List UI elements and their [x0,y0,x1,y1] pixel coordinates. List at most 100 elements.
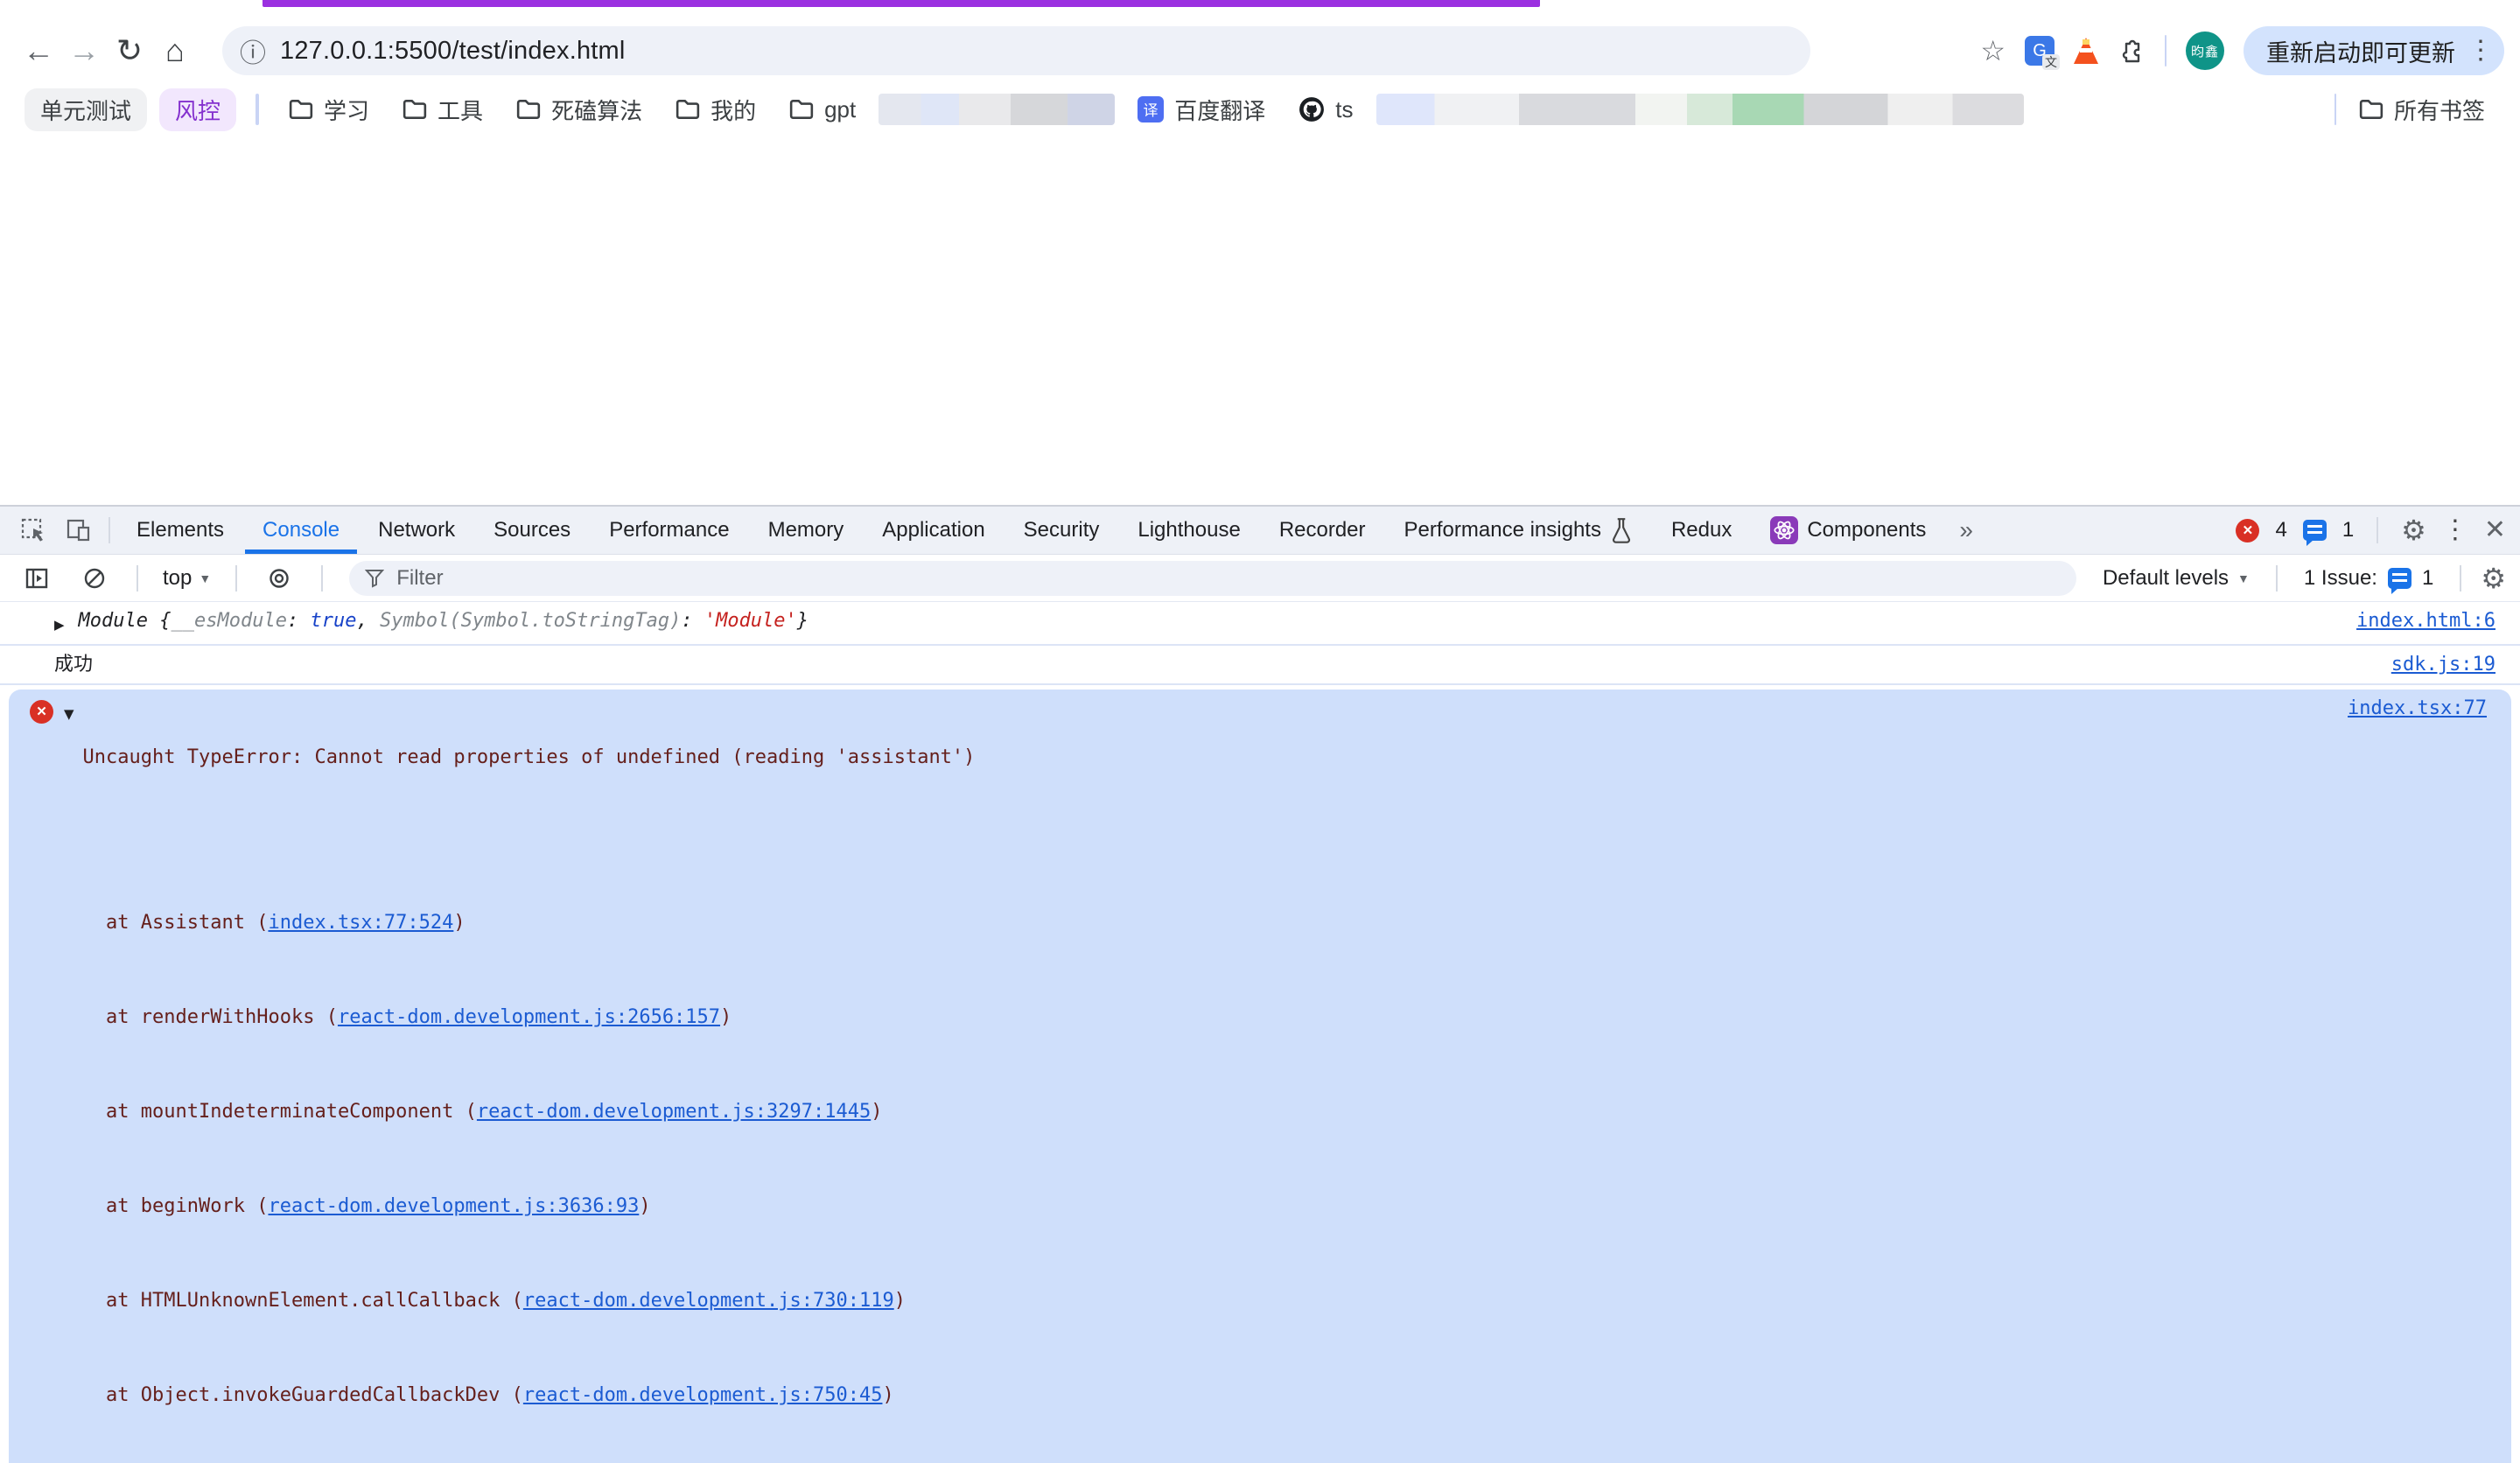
collapse-triangle-icon[interactable]: ▼ [64,703,74,726]
tab-label: Performance insights [1404,518,1601,542]
more-tabs-icon[interactable]: » [1945,507,1987,554]
stack-source-link[interactable]: react-dom.development.js:2656:157 [338,1006,720,1028]
stack-source-link[interactable]: react-dom.development.js:3297:1445 [477,1101,871,1123]
console-toolbar-separator [235,565,237,592]
log-levels-dropdown[interactable]: Default levels ▼ [2096,566,2257,591]
bookmark-item[interactable]: 学习 [278,90,380,130]
reload-button[interactable]: ↻ [107,28,152,74]
update-chrome-button[interactable]: 重新启动即可更新 ⋮ [2244,26,2504,75]
devtools-tab[interactable]: Recorder [1260,507,1385,554]
device-toolbar-icon[interactable] [56,507,102,554]
filter-funnel-icon [365,569,384,588]
devtools-tab[interactable]: Performance insights [1385,507,1652,554]
tab-icon [1770,516,1798,544]
bookmark-icon: 译 [1138,96,1164,122]
issues-counter[interactable]: 1 Issue: 1 [2297,566,2440,591]
bookmark-item[interactable] [256,94,259,125]
error-message: Uncaught TypeError: Cannot read properti… [83,698,976,1463]
browser-menu-icon[interactable]: ⋮ [2468,38,2494,64]
back-button[interactable]: ← [16,28,61,74]
log-text: 成功 [54,653,93,676]
bookmark-star-icon[interactable]: ☆ [1980,34,2006,67]
tab-label: Lighthouse [1138,518,1240,542]
bookmark-label: ts [1335,96,1353,123]
devtools-tab[interactable]: Performance [590,507,748,554]
bookmark-item[interactable]: 译 百度翻译 [1127,90,1276,130]
devtools-tab[interactable]: Elements [117,507,243,554]
bookmark-item[interactable] [1376,94,2024,125]
devtools-tab[interactable]: Components [1751,507,1945,554]
profile-avatar[interactable]: 昀鑫 [2186,32,2224,70]
forward-button[interactable]: → [61,28,107,74]
home-button[interactable]: ⌂ [152,28,198,74]
translate-extension-icon[interactable]: G [2025,36,2054,66]
bookmarks-bar: 单元测试 风控 学习 工具 [0,88,2520,131]
console-filter-input[interactable]: Filter [349,561,2076,596]
devtools-tab[interactable]: Redux [1652,507,1751,554]
url-text[interactable]: 127.0.0.1:5500/test/index.html [280,37,626,66]
bookmark-item[interactable]: 死磕算法 [506,90,653,130]
bookmark-item[interactable]: ts [1288,93,1363,127]
message-count[interactable]: 1 [2342,518,2354,542]
bookmark-icon [289,99,313,120]
clear-console-icon[interactable] [72,566,117,591]
tab-label: Recorder [1279,518,1366,542]
source-link[interactable]: sdk.js:19 [2391,653,2496,676]
devtools-settings-icon[interactable]: ⚙ [2401,516,2426,544]
bookmark-label: 工具 [438,94,483,126]
lighthouse-extension-icon[interactable] [2074,38,2098,64]
devtools-menu-icon[interactable]: ⋮ [2442,517,2468,543]
levels-label: Default levels [2103,566,2229,591]
bookmark-item[interactable]: 工具 [392,90,494,130]
devtools-panel: Elements Console Network [0,505,2520,1463]
devtools-tab[interactable]: Console [243,507,359,554]
window-titlebar [0,0,2520,14]
devtools-tab[interactable]: Application [863,507,1004,554]
stack-source-link[interactable]: react-dom.development.js:730:119 [523,1290,894,1312]
message-badge-icon[interactable] [2303,520,2327,541]
bookmark-item[interactable] [878,94,1115,125]
bookmark-item[interactable]: 风控 [159,88,236,131]
error-count[interactable]: 4 [2275,518,2286,542]
bookmark-item[interactable]: 我的 [665,90,766,130]
console-sidebar-icon[interactable] [14,566,60,591]
tab-label: Performance [609,518,729,542]
console-error-selected[interactable]: index.tsx:77 ✕ ▼ Uncaught TypeError: Can… [9,690,2511,1463]
bookmark-item[interactable]: 单元测试 [24,88,147,131]
console-log-row[interactable]: ▶ Module {__esModule: true, Symbol(Symbo… [0,602,2520,646]
bookmarks-right: 所有书签 [2334,90,2496,130]
devtools-tab[interactable]: Lighthouse [1118,507,1259,554]
stack-source-link[interactable]: react-dom.development.js:3636:93 [268,1195,639,1217]
devtools-tab[interactable]: Memory [749,507,864,554]
devtools-tabbar: Elements Console Network [0,507,2520,555]
stack-frames: at Assistant (index.tsx:77:524) at rende… [83,816,976,1463]
devtools-tab[interactable]: Sources [474,507,590,554]
console-log-row[interactable]: 成功 sdk.js:19 [0,646,2520,685]
all-bookmarks-folder[interactable]: 所有书签 [2348,90,2496,130]
live-expression-eye-icon[interactable] [256,566,302,591]
error-badge-icon[interactable]: ✕ [2236,519,2259,542]
expand-triangle-icon[interactable]: ▶ [54,613,65,637]
bookmark-icon [1298,96,1325,122]
devtools-tab[interactable]: Network [359,507,474,554]
bookmark-label: 风控 [175,94,220,126]
bookmark-label: 学习 [324,94,369,126]
console-settings-icon[interactable]: ⚙ [2481,564,2506,592]
inspect-element-icon[interactable] [10,507,56,554]
bookmark-icon [676,99,700,120]
stack-frame: at Assistant (index.tsx:77:524) [83,911,976,934]
devtools-tab[interactable]: Security [1004,507,1119,554]
source-link[interactable]: index.tsx:77 [2348,696,2487,720]
extensions-puzzle-icon[interactable] [2118,37,2146,65]
console-toolbar: top ▼ Filter Default levels ▼ 1 Issue: 1 [0,555,2520,602]
context-selector[interactable]: top ▼ [158,566,216,591]
bookmark-item[interactable]: gpt [779,93,866,127]
site-info-icon[interactable]: ⓘ [240,32,266,70]
stack-source-link[interactable]: index.tsx:77:524 [268,912,453,934]
bookmark-label: 单元测试 [40,94,131,126]
stack-frame: at mountIndeterminateComponent (react-do… [83,1100,976,1124]
source-link[interactable]: index.html:6 [2356,609,2496,633]
stack-source-link[interactable]: react-dom.development.js:750:45 [523,1384,883,1406]
address-bar[interactable]: ⓘ 127.0.0.1:5500/test/index.html [222,26,1810,75]
devtools-close-icon[interactable]: ✕ [2484,517,2506,543]
